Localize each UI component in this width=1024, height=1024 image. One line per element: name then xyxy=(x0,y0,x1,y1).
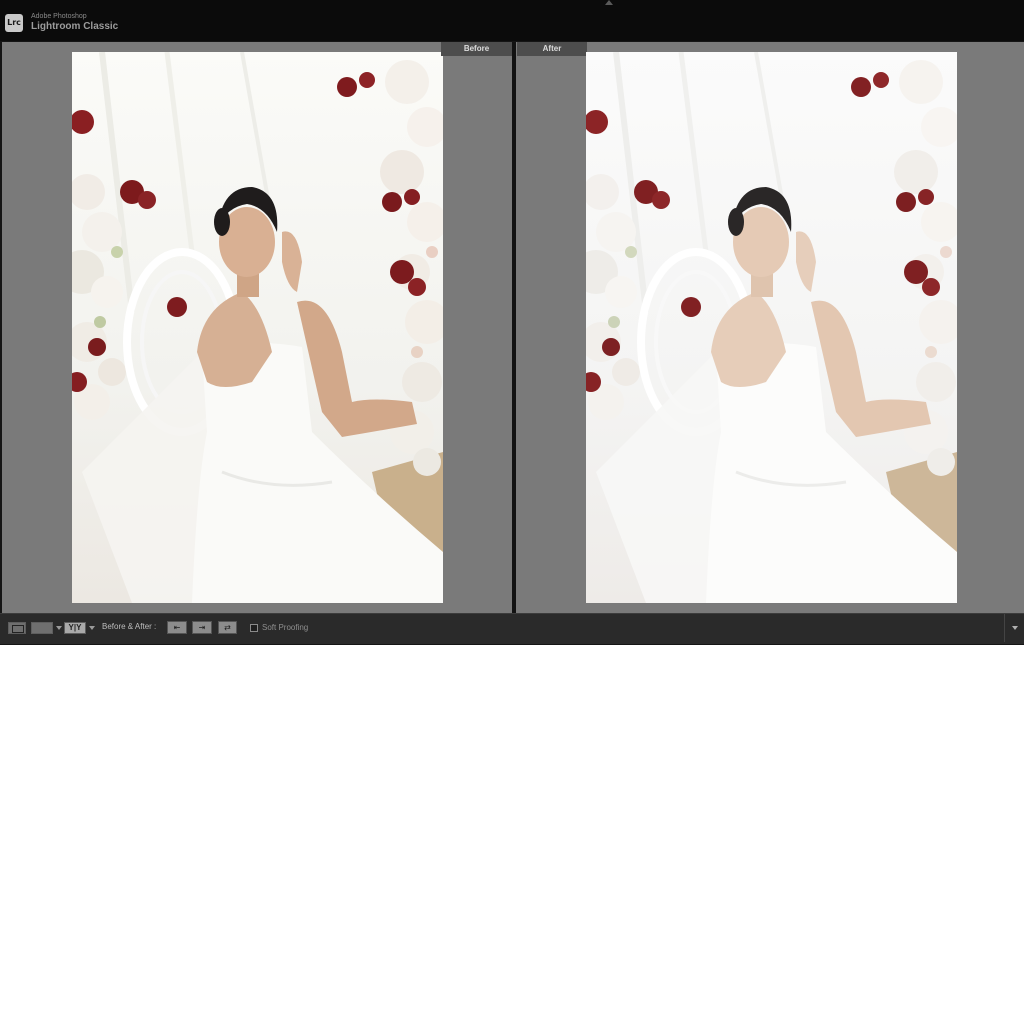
copy-settings-reverse-icon[interactable]: ⇥ xyxy=(192,621,212,634)
after-view-panel: After xyxy=(516,42,1024,613)
bottom-toolbar: Y|Y Before & After : ⇤ ⇥ ⇄ Soft Proofing xyxy=(0,613,1024,644)
after-tab: After xyxy=(517,42,587,56)
before-after-view-icon[interactable]: Y|Y xyxy=(64,622,86,634)
lightroom-window: Lrc Adobe Photoshop Lightroom Classic Be… xyxy=(0,0,1024,645)
lightroom-logo-icon: Lrc xyxy=(5,14,23,32)
collapse-top-panel-icon[interactable] xyxy=(605,0,613,5)
compare-view-dropdown-icon[interactable] xyxy=(56,626,62,630)
after-photo xyxy=(586,52,957,603)
loupe-view-icon[interactable] xyxy=(8,622,26,634)
soft-proofing-checkbox[interactable] xyxy=(250,624,258,632)
app-title: Lightroom Classic xyxy=(31,21,119,32)
brand-subtitle: Adobe Photoshop xyxy=(31,13,87,20)
before-tab: Before xyxy=(441,42,512,56)
before-photo xyxy=(72,52,443,603)
before-after-label: Before & After : xyxy=(102,622,157,631)
copy-settings-icon[interactable]: ⇤ xyxy=(167,621,187,634)
soft-proofing-label: Soft Proofing xyxy=(262,623,309,632)
toolbar-content-dropdown-icon[interactable] xyxy=(1004,614,1024,642)
before-view-panel: Before xyxy=(2,42,512,613)
swap-icon[interactable]: ⇄ xyxy=(218,621,237,634)
compare-view-icon[interactable] xyxy=(31,622,53,634)
before-after-view-dropdown-icon[interactable] xyxy=(89,626,95,630)
title-bar: Lrc Adobe Photoshop Lightroom Classic xyxy=(0,0,1024,41)
